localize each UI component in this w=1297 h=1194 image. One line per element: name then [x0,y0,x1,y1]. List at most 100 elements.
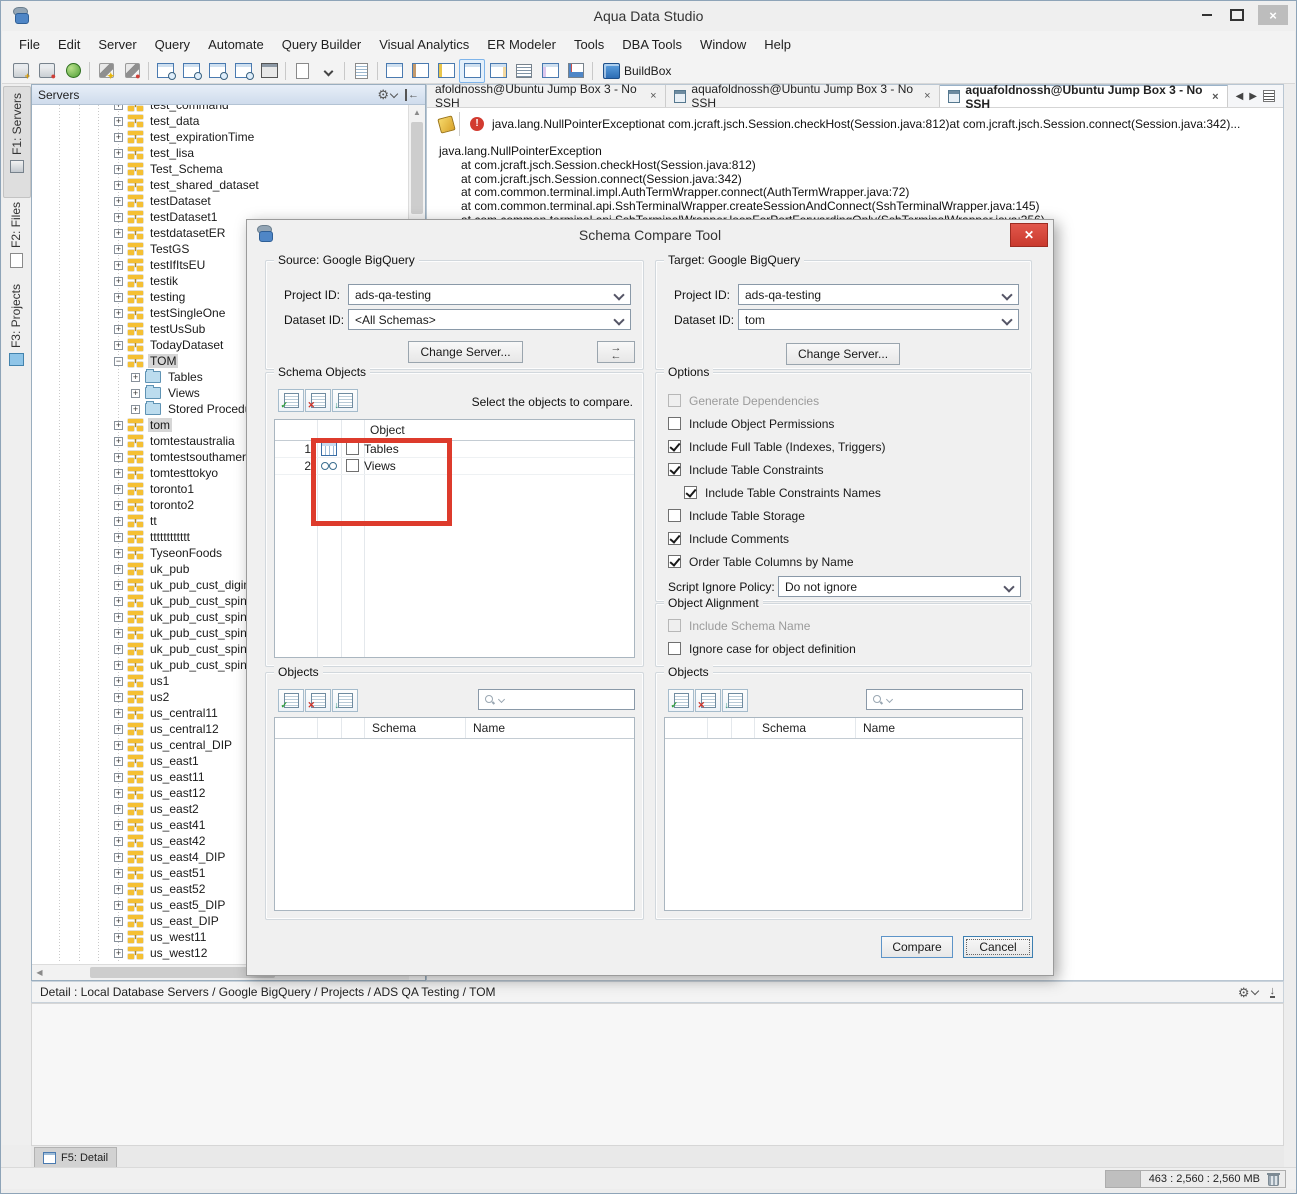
menu-help[interactable]: Help [755,32,800,57]
invert-selection-button[interactable]: ↓ [332,689,358,712]
include-full-table-indexes-triggers-checkbox[interactable] [668,440,681,453]
sidebar-f2-files[interactable]: F2: Files [3,196,29,278]
dialog-close-button[interactable]: ✕ [1010,223,1048,247]
expand-toggle-icon[interactable] [114,516,123,526]
select-all-button[interactable]: ✓ [278,389,304,412]
sidebar-f1-servers[interactable]: F1: Servers [3,86,31,198]
new-document-button[interactable] [289,59,315,83]
expand-toggle-icon[interactable] [114,324,123,334]
grid-view-button[interactable] [381,59,407,83]
close-button[interactable]: × [1258,5,1288,25]
tree-item-test-lisa[interactable]: test_lisa [32,145,425,161]
editor-tab-3[interactable]: aquafoldnossh@Ubuntu Jump Box 3 - No SSH… [939,83,1228,111]
expand-toggle-icon[interactable] [114,932,123,942]
collapse-toggle-icon[interactable] [114,356,123,366]
expand-toggle-icon[interactable] [114,452,123,462]
menu-automate[interactable]: Automate [199,32,273,57]
expand-toggle-icon[interactable] [114,532,123,542]
name-column-header[interactable]: Name [473,721,505,735]
expand-toggle-icon[interactable] [114,596,123,606]
tree-item-test-shared-dataset[interactable]: test_shared_dataset [32,177,425,193]
expand-toggle-icon[interactable] [114,484,123,494]
cancel-button[interactable]: Cancel [963,936,1033,958]
include-table-storage-checkbox[interactable] [668,509,681,522]
data-cylinder-button[interactable] [433,59,459,83]
ignore-case-for-object-definition-checkbox[interactable] [668,642,681,655]
expand-toggle-icon[interactable] [114,756,123,766]
detail-gear-chevron-icon[interactable] [1250,986,1259,996]
expand-toggle-icon[interactable] [114,628,123,638]
schema-column-header[interactable]: Schema [762,721,806,735]
expand-toggle-icon[interactable] [131,404,140,414]
expand-toggle-icon[interactable] [114,244,123,254]
tab-scroll-right-icon[interactable]: ▶ [1249,91,1257,102]
new-document-dropdown-button[interactable] [315,59,341,83]
expand-toggle-icon[interactable] [114,564,123,574]
menu-dba-tools[interactable]: DBA Tools [613,32,691,57]
expand-toggle-icon[interactable] [114,644,123,654]
panel-pin-icon[interactable]: ← [405,88,419,101]
editor-tab-2[interactable]: aquafoldnossh@Ubuntu Jump Box 3 - No SSH… [665,82,940,110]
order-table-columns-by-name-checkbox[interactable] [668,555,681,568]
expand-toggle-icon[interactable] [114,340,123,350]
menu-query-builder[interactable]: Query Builder [273,32,370,57]
expand-toggle-icon[interactable] [131,372,140,382]
object-column-header[interactable]: Object [370,423,405,437]
source-dataset-combo[interactable]: <All Schemas> [348,309,631,330]
expand-toggle-icon[interactable] [114,868,123,878]
expand-toggle-icon[interactable] [114,900,123,910]
tab-f5-detail[interactable]: F5: Detail [34,1147,118,1168]
tree-item-test-command[interactable]: test_command [32,105,425,113]
expand-toggle-icon[interactable] [114,500,123,510]
compare-button[interactable]: Compare [881,936,953,958]
expand-toggle-icon[interactable] [114,836,123,846]
expand-toggle-icon[interactable] [114,148,123,158]
maximize-button[interactable] [1222,5,1252,25]
wizard-button[interactable]: ✦ [93,59,119,83]
deselect-all-button[interactable]: ✕ [305,689,331,712]
text-results-button[interactable] [511,59,537,83]
target-change-server-button[interactable]: Change Server... [786,343,900,365]
menu-tools[interactable]: Tools [565,32,613,57]
table-search-button[interactable] [178,59,204,83]
er-grid-button[interactable] [537,59,563,83]
expand-toggle-icon[interactable] [114,772,123,782]
tab-close-icon[interactable]: × [1212,91,1218,103]
grid-edit-button[interactable] [485,59,511,83]
detail-export-icon[interactable]: ↓ [1269,986,1275,998]
expand-toggle-icon[interactable] [114,276,123,286]
server-properties-button[interactable]: ● [34,59,60,83]
tree-item-test-data[interactable]: test_data [32,113,425,129]
expand-toggle-icon[interactable] [114,548,123,558]
form-view-button[interactable] [407,59,433,83]
expand-toggle-icon[interactable] [114,724,123,734]
expand-toggle-icon[interactable] [114,612,123,622]
menu-server[interactable]: Server [89,32,145,57]
expand-toggle-icon[interactable] [114,852,123,862]
editor-tab-1[interactable]: afoldnossh@Ubuntu Jump Box 3 - No SSH × [427,82,666,110]
buildbox-button[interactable]: BuildBox [596,59,678,83]
sidebar-f3-projects[interactable]: F3: Projects [3,278,29,372]
expand-toggle-icon[interactable] [114,740,123,750]
menu-window[interactable]: Window [691,32,755,57]
include-table-constraints-names-checkbox[interactable] [684,486,697,499]
expand-toggle-icon[interactable] [114,708,123,718]
tree-item-test-expirationtime[interactable]: test_expirationTime [32,129,425,145]
target-dataset-combo[interactable]: tom [738,309,1019,330]
expand-toggle-icon[interactable] [114,164,123,174]
view-search-button[interactable] [204,59,230,83]
garbage-collect-icon[interactable] [1267,1173,1280,1186]
script-ignore-policy-combo[interactable]: Do not ignore [778,576,1021,597]
expand-toggle-icon[interactable] [114,212,123,222]
vertical-scroll-thumb[interactable] [411,122,423,214]
table-data-grid-button[interactable] [459,58,485,83]
connect-globe-button[interactable] [60,59,86,83]
expand-toggle-icon[interactable] [114,132,123,142]
menu-edit[interactable]: Edit [49,32,89,57]
tab-close-icon[interactable]: × [924,90,930,102]
deselect-all-button[interactable]: ✕ [305,389,331,412]
scroll-left-arrow[interactable]: ◀ [32,965,47,980]
window-duplicate-button[interactable] [230,59,256,83]
detail-gear-icon[interactable]: ⚙ [1238,986,1250,999]
name-column-header[interactable]: Name [863,721,895,735]
